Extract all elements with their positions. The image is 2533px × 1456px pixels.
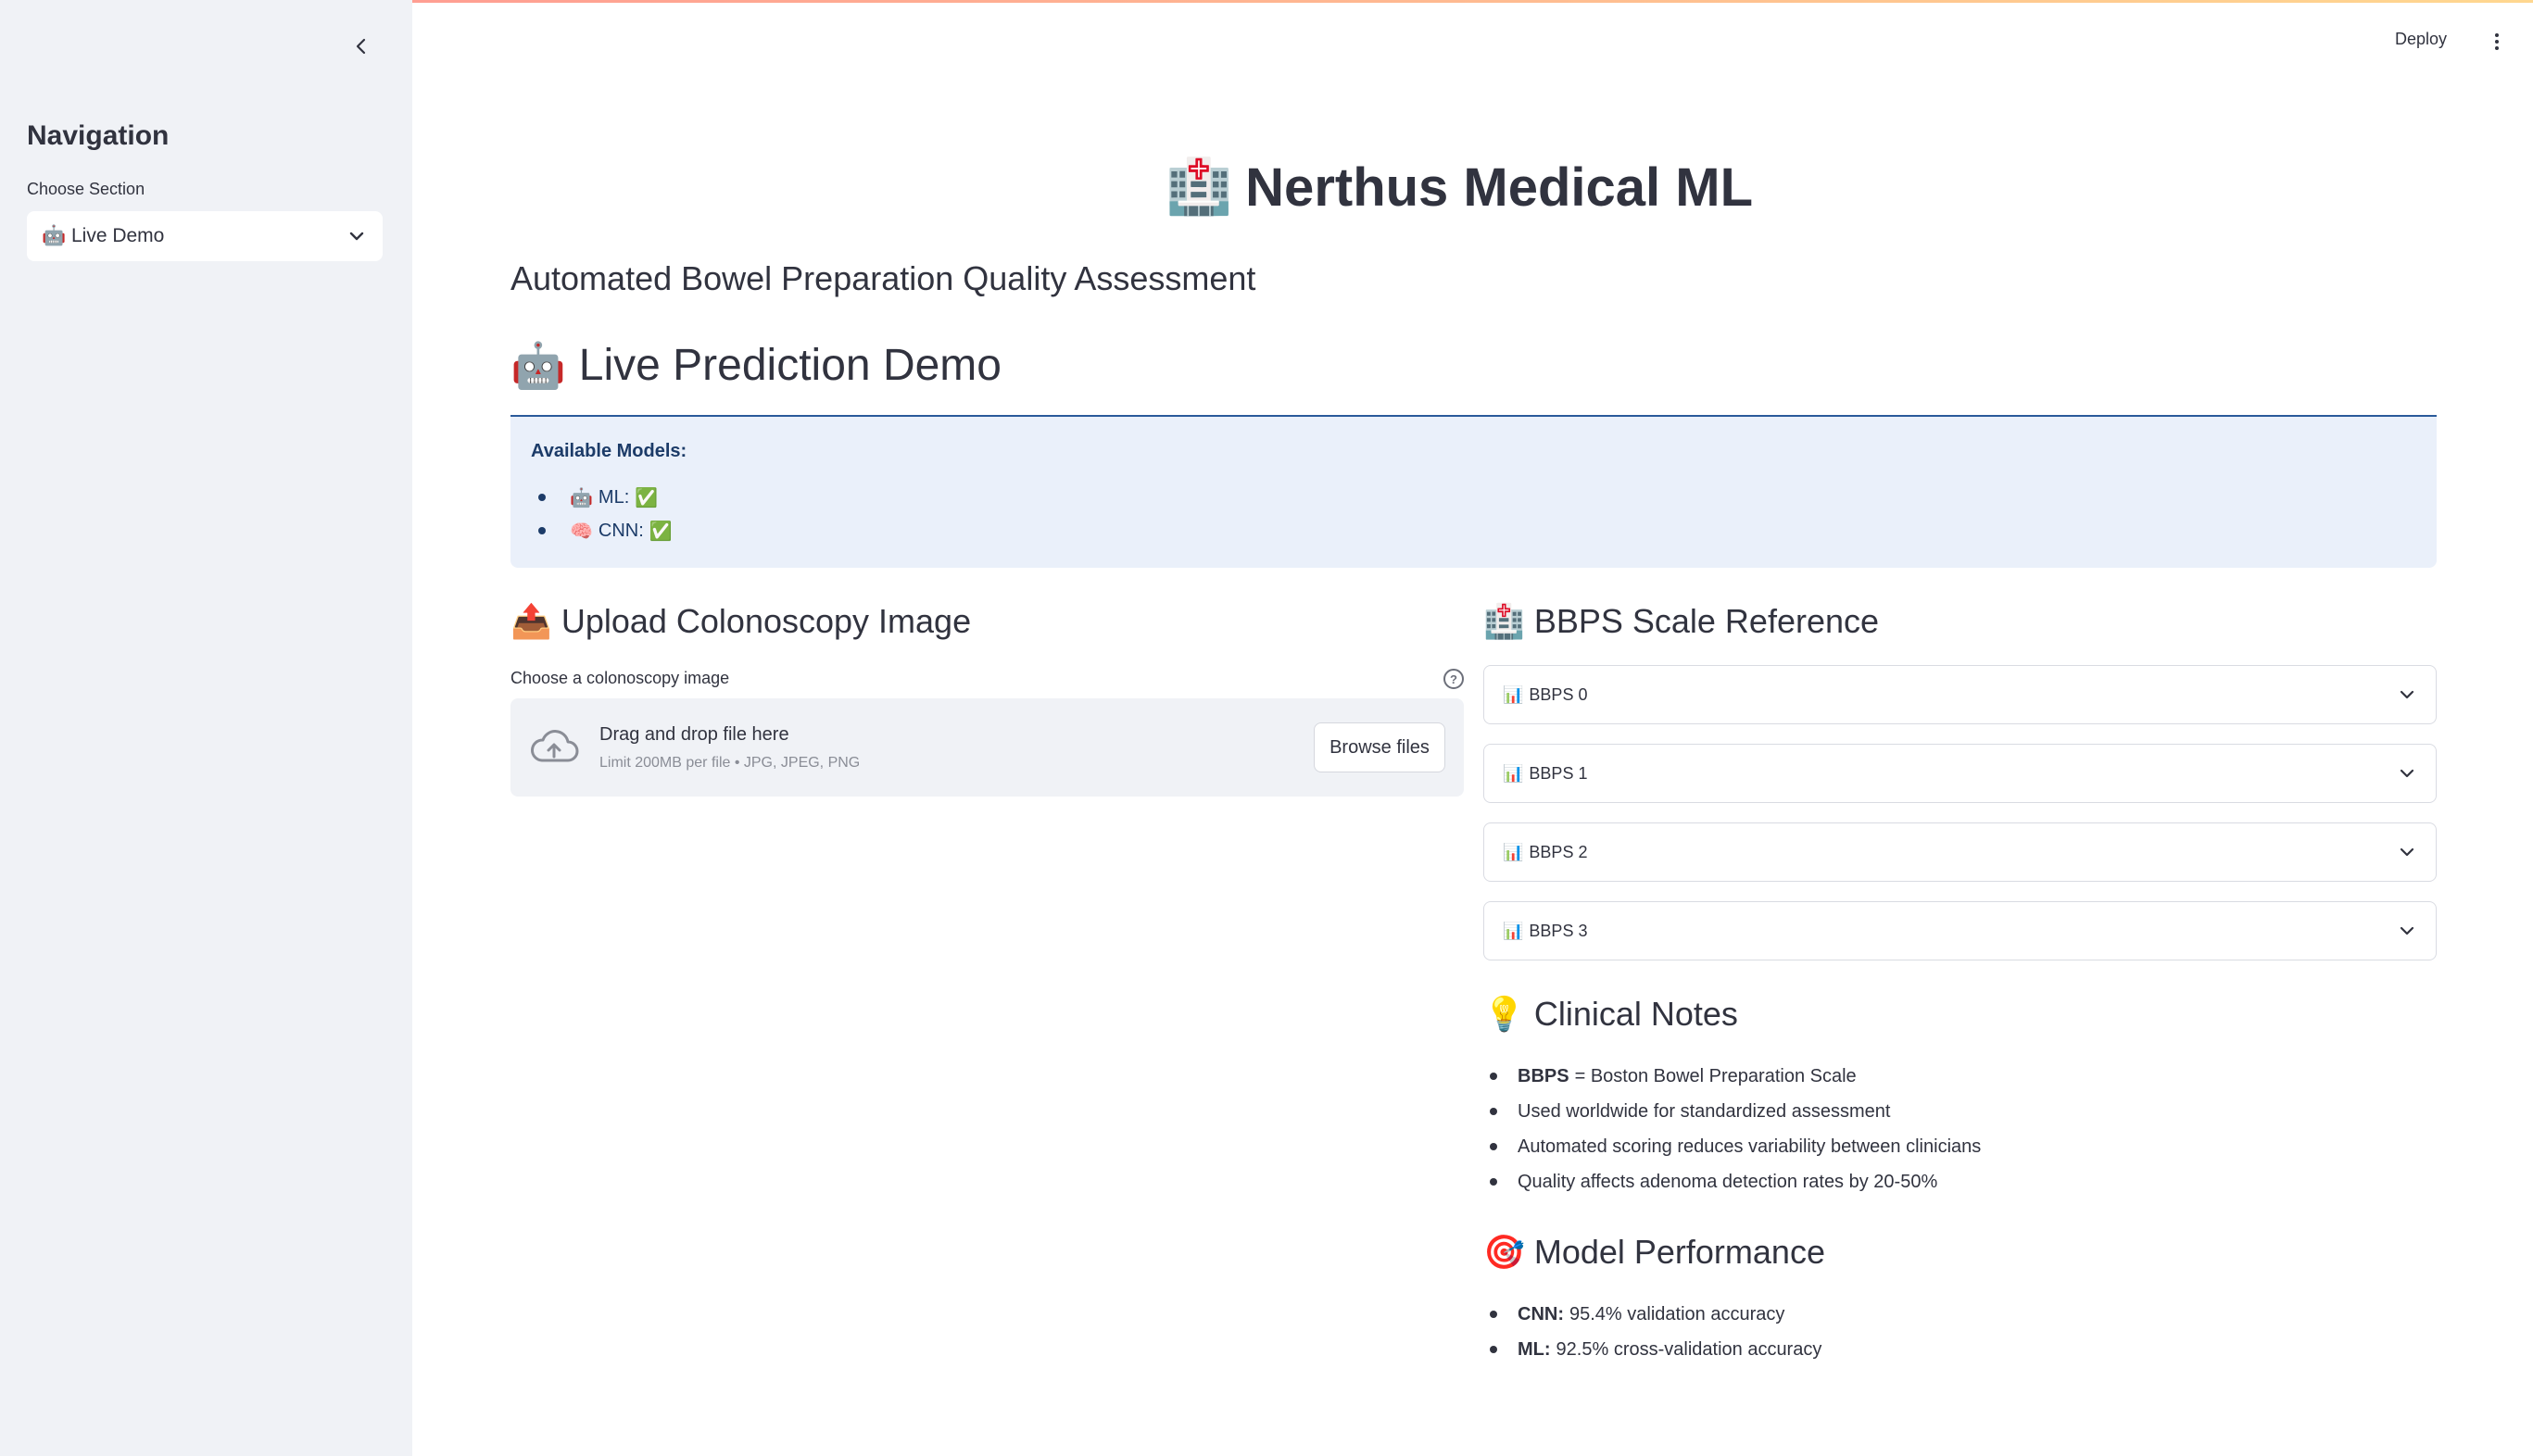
page-subtitle: Automated Bowel Preparation Quality Asse… xyxy=(510,259,1256,297)
list-item: ML: 92.5% cross-validation accuracy xyxy=(1483,1332,1821,1367)
brain-icon: 🧠 xyxy=(570,521,593,542)
section-select[interactable]: 🤖 Live Demo xyxy=(27,211,383,261)
sidebar-title: Navigation xyxy=(27,120,170,151)
kebab-menu-icon xyxy=(2495,33,2499,37)
bar-chart-icon: 📊 xyxy=(1503,921,1524,940)
model-performance-list: CNN: 95.4% validation accuracy ML: 92.5% c… xyxy=(1483,1297,1821,1367)
list-item: BBPS = Boston Bowel Preparation Scale xyxy=(1483,1059,1981,1094)
page-title: 🏥 Nerthus Medical ML xyxy=(926,156,1992,219)
chevron-down-icon xyxy=(2397,684,2417,705)
bar-chart-icon: 📊 xyxy=(1503,763,1524,783)
list-item: CNN: 95.4% validation accuracy xyxy=(1483,1297,1821,1332)
clinical-notes-heading: 💡 Clinical Notes xyxy=(1483,995,1738,1033)
uploader-label: Choose a colonoscopy image xyxy=(510,669,730,687)
file-dropzone[interactable]: Drag and drop file here Limit 200MB per … xyxy=(510,698,1464,797)
robot-icon: 🤖 xyxy=(510,342,566,391)
help-icon[interactable]: ? xyxy=(1443,669,1464,689)
bar-chart-icon: 📊 xyxy=(1503,684,1524,704)
section-select-label: Choose Section xyxy=(27,180,145,198)
collapse-sidebar-button[interactable] xyxy=(343,28,380,65)
dropzone-limit: Limit 200MB per file • JPG, JPEG, PNG xyxy=(599,754,861,771)
deploy-button[interactable]: Deploy xyxy=(2395,30,2447,49)
available-models-info: Available Models: 🤖 ML: ✅ 🧠 CNN: ✅ xyxy=(510,417,2437,568)
available-models-heading: Available Models: xyxy=(531,441,687,461)
chevron-down-icon xyxy=(2397,921,2417,941)
hospital-icon: 🏥 xyxy=(1483,602,1525,640)
section-title-text: Live Prediction Demo xyxy=(578,341,1002,390)
outbox-tray-icon: 📤 xyxy=(510,602,552,640)
hospital-icon: 🏥 xyxy=(1165,157,1233,217)
bbps-heading: 🏥 BBPS Scale Reference xyxy=(1483,602,1880,640)
chevron-down-icon xyxy=(2397,842,2417,862)
chevron-down-icon xyxy=(346,225,368,247)
dropzone-instructions: Drag and drop file here xyxy=(599,723,789,745)
list-item: 🧠 CNN: ✅ xyxy=(531,514,2416,547)
list-item: Quality affects adenoma detection rates … xyxy=(1483,1164,1981,1199)
bbps-2-expander[interactable]: 📊 BBPS 2 xyxy=(1483,822,2437,882)
bbps-3-expander[interactable]: 📊 BBPS 3 xyxy=(1483,901,2437,960)
list-item: Automated scoring reduces variability be… xyxy=(1483,1129,1981,1164)
check-icon: ✅ xyxy=(635,487,659,508)
bbps-1-expander[interactable]: 📊 BBPS 1 xyxy=(1483,744,2437,803)
sidebar: Navigation Choose Section 🤖 Live Demo xyxy=(0,0,412,1456)
model-performance-heading: 🎯 Model Performance xyxy=(1483,1233,1825,1271)
clinical-notes-list: BBPS = Boston Bowel Preparation Scale Use… xyxy=(1483,1059,1981,1199)
robot-icon: 🤖 xyxy=(570,487,593,508)
list-item: 🤖 ML: ✅ xyxy=(531,481,2416,514)
chevron-down-icon xyxy=(2397,763,2417,784)
bar-chart-icon: 📊 xyxy=(1503,842,1524,861)
section-select-value: 🤖 Live Demo xyxy=(42,225,165,246)
cloud-upload-icon xyxy=(531,730,579,762)
main-menu-button[interactable] xyxy=(2483,28,2511,56)
page-title-text: Nerthus Medical ML xyxy=(1245,157,1754,218)
lightbulb-icon: 💡 xyxy=(1483,995,1525,1033)
models-list: 🤖 ML: ✅ 🧠 CNN: ✅ xyxy=(531,481,2416,547)
section-title: 🤖 Live Prediction Demo xyxy=(510,339,1002,392)
browse-files-button[interactable]: Browse files xyxy=(1314,722,1445,772)
list-item: Used worldwide for standardized assessme… xyxy=(1483,1094,1981,1129)
target-icon: 🎯 xyxy=(1483,1233,1525,1271)
chevron-left-icon xyxy=(356,38,366,55)
check-icon: ✅ xyxy=(649,521,673,542)
bbps-0-expander[interactable]: 📊 BBPS 0 xyxy=(1483,665,2437,724)
upload-heading: 📤 Upload Colonoscopy Image xyxy=(510,602,972,640)
